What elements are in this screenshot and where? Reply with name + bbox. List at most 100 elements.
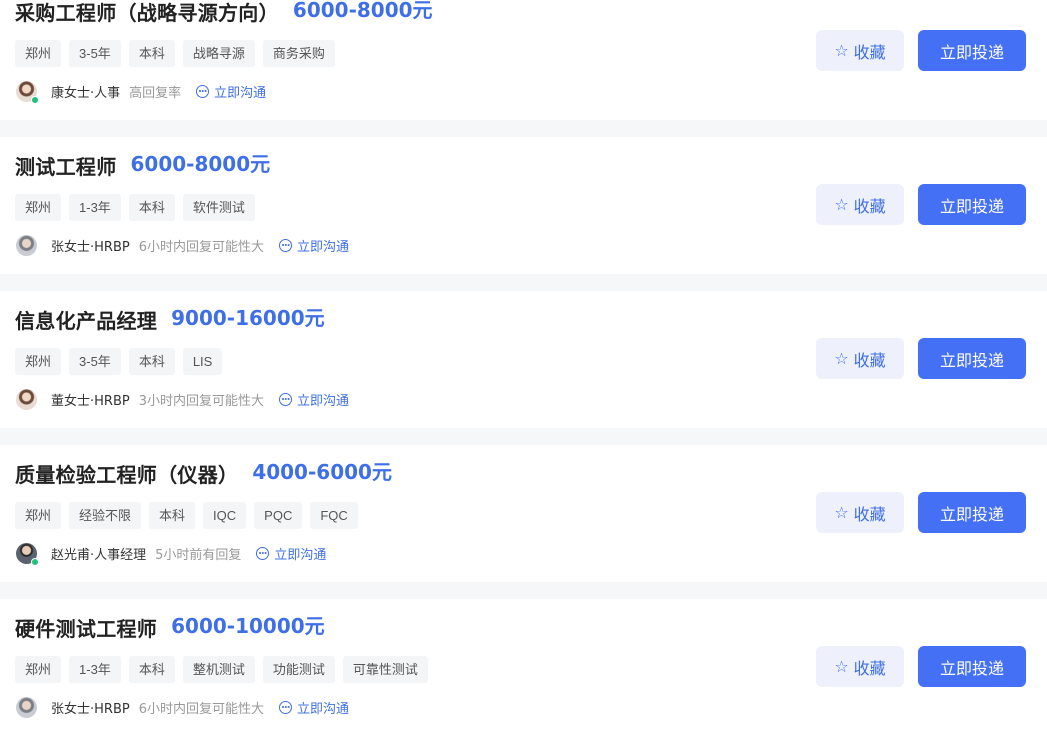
job-title-row: 信息化产品经理 9000-16000元 <box>15 305 325 334</box>
apply-label: 立即投递 <box>939 42 1004 62</box>
job-tag: 可靠性测试 <box>342 656 428 683</box>
job-title[interactable]: 采购工程师（战略寻源方向） <box>15 0 279 26</box>
online-status-dot <box>31 96 39 104</box>
job-tag: 功能测试 <box>262 656 335 683</box>
reply-status: 5小时前有回复 <box>155 548 242 563</box>
favorite-label: 收藏 <box>853 196 886 216</box>
apply-label: 立即投递 <box>939 504 1004 524</box>
chat-bubble-icon <box>278 393 292 406</box>
job-tag: 郑州 <box>15 502 62 529</box>
job-tags: 郑州 经验不限 本科 IQC PQC FQC <box>15 502 366 529</box>
chat-now-label: 立即沟通 <box>296 702 349 717</box>
job-tag: 郑州 <box>15 656 62 683</box>
job-tags: 郑州 1-3年 本科 软件测试 <box>15 194 263 221</box>
job-tag: FQC <box>310 502 358 529</box>
star-outline-icon: ☆ <box>834 657 849 676</box>
apply-label: 立即投递 <box>939 196 1004 216</box>
job-tag: 1-3年 <box>69 656 121 683</box>
apply-button[interactable]: 立即投递 <box>918 338 1026 379</box>
chat-now-link[interactable]: 立即沟通 <box>278 390 349 409</box>
reply-status: 6小时内回复可能性大 <box>138 240 264 255</box>
job-tag: IQC <box>203 502 247 529</box>
job-title[interactable]: 质量检验工程师（仪器） <box>15 459 238 488</box>
favorite-label: 收藏 <box>853 658 886 678</box>
job-tag: 经验不限 <box>69 502 142 529</box>
chat-now-link[interactable]: 立即沟通 <box>278 698 349 717</box>
recruiter-info: 董女士·HRBP 3小时内回复可能性大 立即沟通 <box>16 389 349 410</box>
job-tag: 战略寻源 <box>182 40 255 67</box>
job-tag: 商务采购 <box>262 40 335 67</box>
avatar <box>16 543 39 566</box>
job-tags: 郑州 3-5年 本科 LIS <box>15 348 230 375</box>
apply-label: 立即投递 <box>939 658 1004 678</box>
job-title-row: 质量检验工程师（仪器） 4000-6000元 <box>15 459 392 488</box>
favorite-button[interactable]: ☆ 收藏 <box>816 492 904 533</box>
favorite-button[interactable]: ☆ 收藏 <box>816 30 904 71</box>
favorite-button[interactable]: ☆ 收藏 <box>816 646 904 687</box>
job-card[interactable]: 硬件测试工程师 6000-10000元 郑州 1-3年 本科 整机测试 功能测试 可靠性测… <box>0 599 1047 735</box>
apply-button[interactable]: 立即投递 <box>918 646 1026 687</box>
job-tags: 郑州 1-3年 本科 整机测试 功能测试 可靠性测试 <box>15 656 436 683</box>
reply-status: 3小时内回复可能性大 <box>138 394 264 409</box>
avatar <box>16 389 37 410</box>
job-card[interactable]: 采购工程师（战略寻源方向） 6000-8000元 郑州 3-5年 本科 战略寻源 商务采… <box>0 0 1047 120</box>
online-status-dot <box>31 558 39 566</box>
job-tag: 郑州 <box>15 348 62 375</box>
chat-now-label: 立即沟通 <box>296 394 349 409</box>
apply-label: 立即投递 <box>939 350 1004 370</box>
recruiter-name: 董女士·HRBP <box>51 394 130 409</box>
job-tag: 本科 <box>128 656 175 683</box>
job-tag: 本科 <box>128 40 175 67</box>
recruiter-info: 张女士·HRBP 6小时内回复可能性大 立即沟通 <box>16 697 349 718</box>
job-tag: 郑州 <box>15 40 62 67</box>
job-tag: 1-3年 <box>69 194 121 221</box>
chat-bubble-icon <box>196 85 210 98</box>
chat-now-label: 立即沟通 <box>296 240 349 255</box>
job-salary: 4000-6000元 <box>252 460 392 484</box>
apply-button[interactable]: 立即投递 <box>918 492 1026 533</box>
apply-button[interactable]: 立即投递 <box>918 184 1026 225</box>
job-list: 采购工程师（战略寻源方向） 6000-8000元 郑州 3-5年 本科 战略寻源 商务采… <box>0 0 1047 735</box>
chat-bubble-icon <box>278 701 292 714</box>
star-outline-icon: ☆ <box>834 195 849 214</box>
job-title-row: 测试工程师 6000-8000元 <box>15 151 270 180</box>
job-title[interactable]: 硬件测试工程师 <box>15 613 157 642</box>
favorite-button[interactable]: ☆ 收藏 <box>816 338 904 379</box>
job-tag: LIS <box>182 348 223 375</box>
job-tag: 本科 <box>128 194 175 221</box>
job-title[interactable]: 信息化产品经理 <box>15 305 157 334</box>
avatar <box>16 235 37 256</box>
job-tag: PQC <box>254 502 303 529</box>
job-card[interactable]: 信息化产品经理 9000-16000元 郑州 3-5年 本科 LIS 董女士·HRBP… <box>0 291 1047 428</box>
star-outline-icon: ☆ <box>834 349 849 368</box>
recruiter-name: 赵光甫·人事经理 <box>51 548 147 563</box>
favorite-button[interactable]: ☆ 收藏 <box>816 184 904 225</box>
chat-now-link[interactable]: 立即沟通 <box>256 544 326 563</box>
job-tag: 3-5年 <box>69 40 121 67</box>
job-salary: 6000-8000元 <box>292 0 433 22</box>
avatar <box>16 697 37 718</box>
job-tag: 3-5年 <box>69 348 121 375</box>
job-tag: 整机测试 <box>182 656 255 683</box>
favorite-label: 收藏 <box>853 504 886 524</box>
chat-now-label: 立即沟通 <box>214 86 267 101</box>
job-tag: 软件测试 <box>182 194 255 221</box>
chat-now-link[interactable]: 立即沟通 <box>278 236 349 255</box>
job-salary: 9000-16000元 <box>171 306 325 330</box>
recruiter-name: 康女士·人事 <box>51 86 121 101</box>
job-card[interactable]: 测试工程师 6000-8000元 郑州 1-3年 本科 软件测试 张女士·HRBP 6… <box>0 137 1047 274</box>
job-card[interactable]: 质量检验工程师（仪器） 4000-6000元 郑州 经验不限 本科 IQC PQC FQC… <box>0 445 1047 582</box>
job-salary: 6000-10000元 <box>171 614 325 638</box>
favorite-label: 收藏 <box>853 350 886 370</box>
chat-now-link[interactable]: 立即沟通 <box>196 82 266 101</box>
job-tag: 郑州 <box>15 194 62 221</box>
star-outline-icon: ☆ <box>834 503 849 522</box>
job-salary: 6000-8000元 <box>130 152 271 176</box>
job-tags: 郑州 3-5年 本科 战略寻源 商务采购 <box>15 40 343 67</box>
recruiter-info: 康女士·人事 高回复率 立即沟通 <box>16 81 266 104</box>
job-title-row: 采购工程师（战略寻源方向） 6000-8000元 <box>15 0 433 26</box>
apply-button[interactable]: 立即投递 <box>918 30 1026 71</box>
job-title[interactable]: 测试工程师 <box>15 151 117 180</box>
chat-bubble-icon <box>278 239 292 252</box>
job-title-row: 硬件测试工程师 6000-10000元 <box>15 613 325 642</box>
